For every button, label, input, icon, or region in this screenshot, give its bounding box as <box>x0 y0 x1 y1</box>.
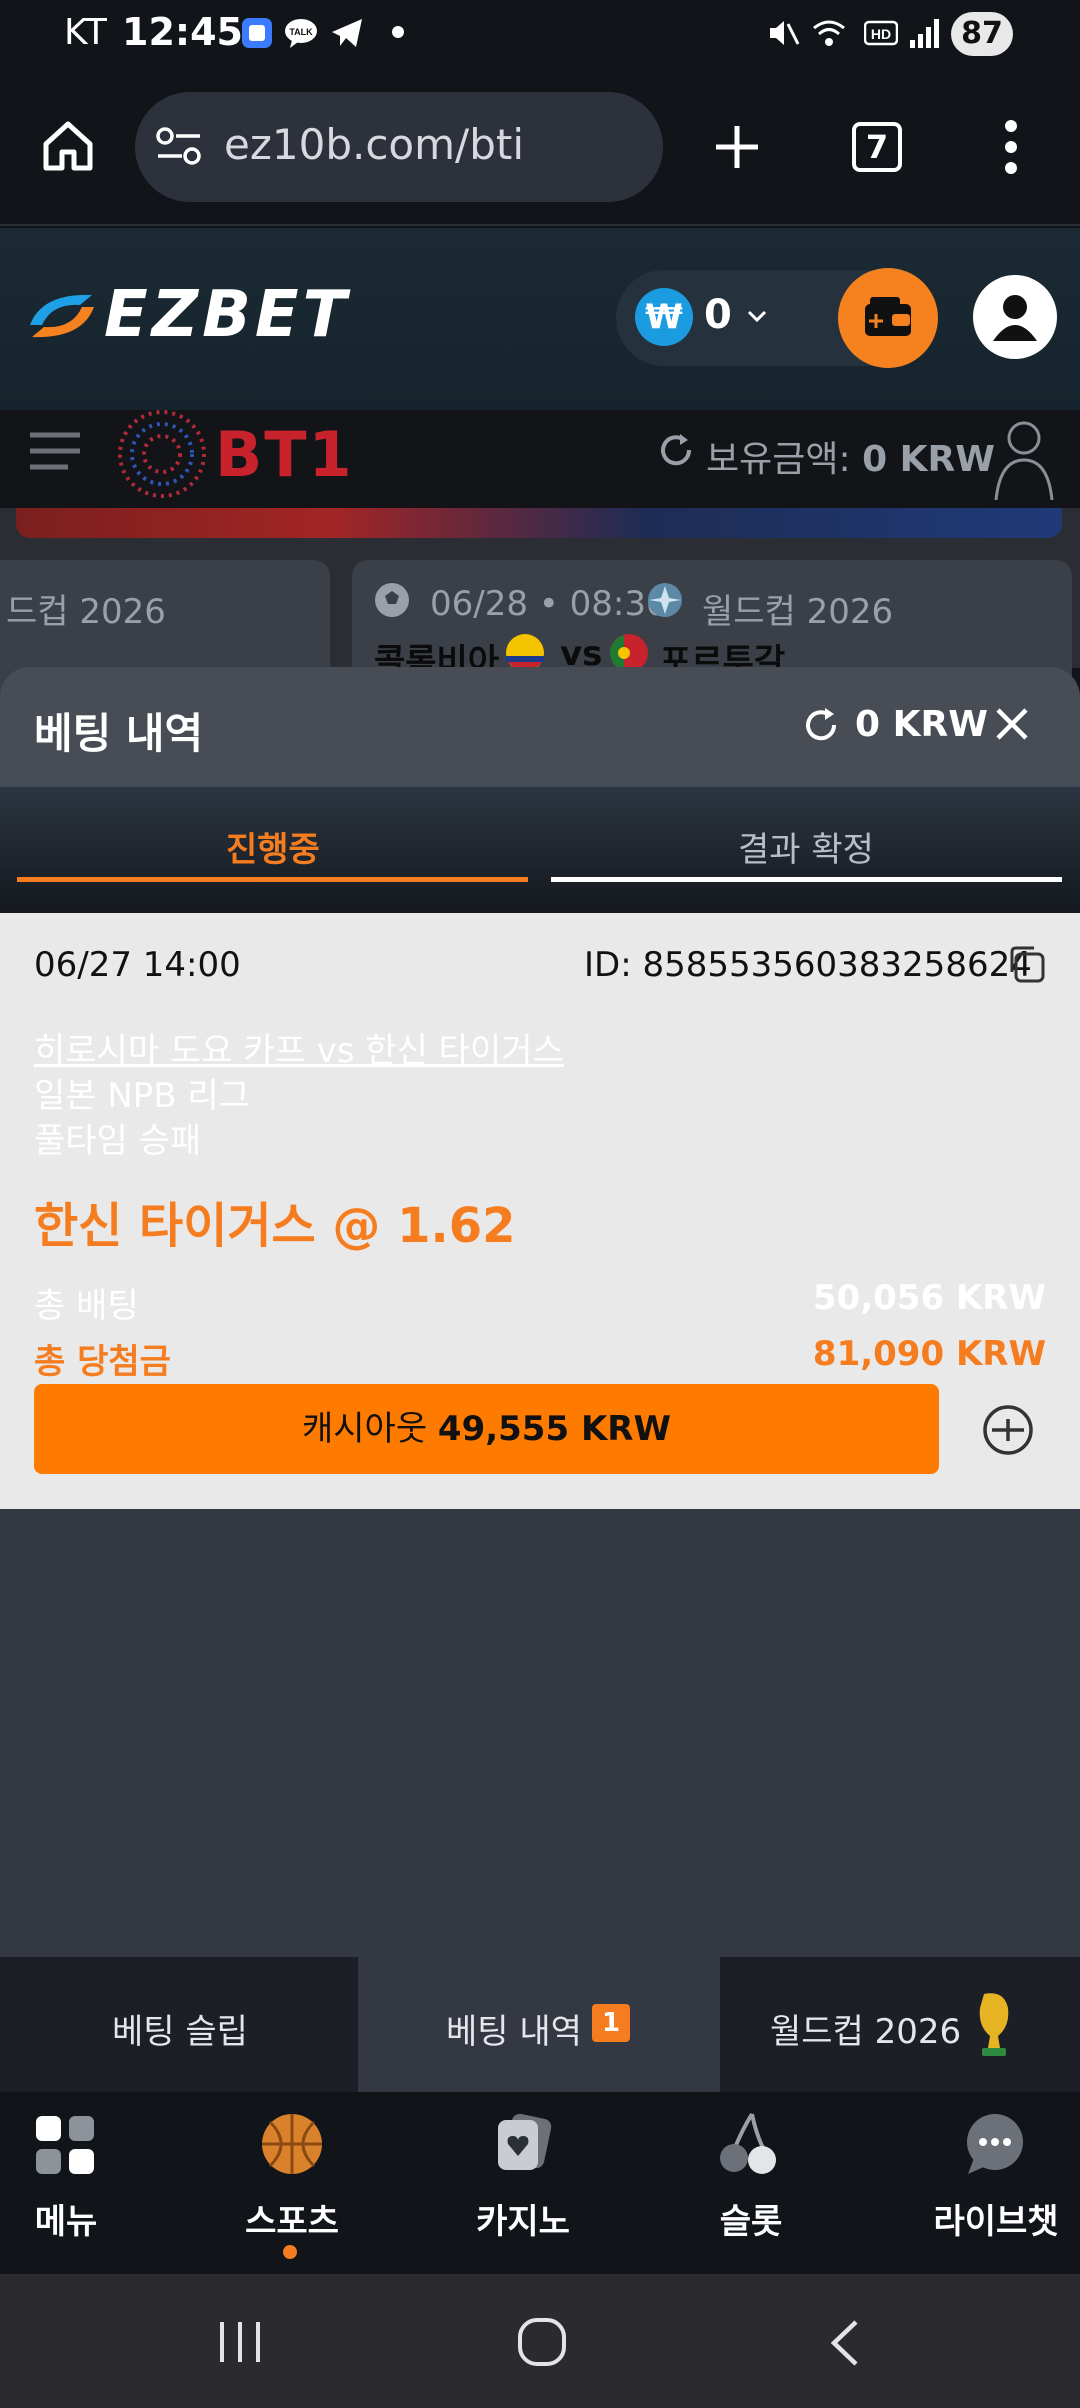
battery-indicator: 87 <box>951 12 1013 56</box>
nav-casino[interactable]: 카지노 <box>443 2194 603 2243</box>
site-logo[interactable]: EZBET <box>104 278 350 352</box>
refresh-icon[interactable] <box>800 704 842 746</box>
user-avatar-icon <box>993 295 1037 341</box>
trophy-icon <box>979 1993 1009 2056</box>
bet-market: 풀타임 승패 <box>34 1121 202 1161</box>
bet-history-tabs <box>0 785 1080 913</box>
balance-value: 0 KRW <box>862 439 995 480</box>
bet-league: 일본 NPB 리그 <box>34 1076 250 1116</box>
subtab-bet-slip[interactable]: 베팅 슬립 <box>112 2004 248 2053</box>
chevron-down-icon[interactable] <box>744 303 770 329</box>
kakaotalk-icon: TALK <box>285 19 317 48</box>
bet-history-count-badge: 1 <box>592 2004 630 2042</box>
balance-label: 보유금액: <box>706 439 851 480</box>
cashout-button[interactable]: 캐시아웃 49,555 KRW <box>34 1384 939 1474</box>
account-figure-icon[interactable] <box>990 416 1058 502</box>
url-text[interactable]: ez10b.com/bti <box>224 120 524 169</box>
tab-switcher-button[interactable]: 7 <box>852 122 902 172</box>
bet-selection: 한신 타이거스 @ 1.62 <box>34 1198 516 1254</box>
promo-banner[interactable] <box>16 508 1062 538</box>
world-cup-icon <box>648 583 682 617</box>
notification-dot-icon <box>392 26 404 38</box>
total-bet-value: 50,056 KRW <box>812 1278 1046 1318</box>
home-icon[interactable] <box>40 118 96 174</box>
tab-indicator <box>551 877 1062 882</box>
app-notification-icon <box>242 18 272 48</box>
bt1-globe-icon <box>118 410 206 498</box>
subtab-world-cup[interactable]: 월드컵 2026 <box>770 2004 961 2053</box>
cherry-icon[interactable] <box>718 2110 780 2176</box>
hamburger-menu-icon[interactable] <box>28 430 82 472</box>
bet-datetime: 06/27 14:00 <box>34 945 241 985</box>
refresh-icon[interactable] <box>656 430 696 470</box>
soccer-ball-icon <box>375 583 409 617</box>
basketball-icon[interactable] <box>260 2112 324 2176</box>
back-icon[interactable] <box>826 2318 862 2368</box>
close-icon[interactable] <box>992 704 1032 744</box>
match-card-datetime: 06/28 • 08:30 <box>430 584 668 624</box>
bet-id: ID: 858553560383258624 <box>584 945 1032 985</box>
site-settings-icon[interactable] <box>156 126 202 168</box>
nav-sports[interactable]: 스포츠 <box>212 2194 372 2243</box>
svg-text:TALK: TALK <box>289 27 313 37</box>
carrier-label: KT <box>64 12 107 53</box>
balance-display: 보유금액: 0 KRW <box>706 430 995 482</box>
signal-icon <box>910 19 939 48</box>
ezbet-logo-icon[interactable] <box>22 285 102 347</box>
total-win-value: 81,090 KRW <box>812 1334 1046 1374</box>
panel-balance: 0 KRW <box>855 704 988 745</box>
tab-settled[interactable]: 결과 확정 <box>738 822 874 871</box>
cashout-value: 49,555 KRW <box>437 1409 671 1449</box>
menu-grid-icon[interactable] <box>34 2114 96 2176</box>
more-menu-icon[interactable] <box>996 118 1026 176</box>
telegram-icon <box>332 19 362 47</box>
tab-in-progress[interactable]: 진행중 <box>226 822 320 871</box>
nav-active-dot <box>283 2245 297 2259</box>
nav-menu[interactable]: 메뉴 <box>0 2194 146 2243</box>
bet-match-link[interactable]: 히로시마 도요 카프 vs 한신 타이거스 <box>34 1023 564 1072</box>
match-card-league: 드컵 2026 <box>6 592 166 632</box>
won-currency-icon: ₩ <box>635 288 693 346</box>
wifi-icon <box>813 20 845 46</box>
total-bet-label: 총 배팅 <box>34 1286 139 1326</box>
clock: 12:45 <box>122 10 243 54</box>
cashout-label: 캐시아웃 <box>301 1409 428 1449</box>
match-card-league: 월드컵 2026 <box>702 592 894 632</box>
home-button-icon[interactable] <box>516 2316 568 2368</box>
subtab-bet-history[interactable]: 베팅 내역 <box>446 2004 582 2053</box>
wallet-amount: 0 <box>704 292 732 338</box>
mute-icon <box>770 21 800 45</box>
copy-icon[interactable] <box>1006 944 1046 984</box>
nav-slots[interactable]: 슬롯 <box>671 2194 831 2243</box>
wallet-icon <box>865 297 911 336</box>
empty-area <box>0 1509 1080 1957</box>
svg-text:HD: HD <box>871 26 891 42</box>
panel-title: 베팅 내역 <box>34 709 204 758</box>
bt1-logo: BT1 <box>215 418 354 491</box>
partial-cashout-icon[interactable] <box>982 1404 1034 1456</box>
tab-active-indicator <box>17 877 528 882</box>
hd-voice-icon: HD <box>864 20 898 46</box>
chat-icon[interactable] <box>962 2112 1028 2178</box>
nav-live-chat[interactable]: 라이브챗 <box>916 2194 1076 2243</box>
casino-card-icon[interactable] <box>494 2112 554 2174</box>
new-tab-icon[interactable] <box>712 122 762 172</box>
recent-apps-icon[interactable] <box>216 2318 264 2366</box>
total-win-label: 총 당첨금 <box>34 1342 171 1382</box>
